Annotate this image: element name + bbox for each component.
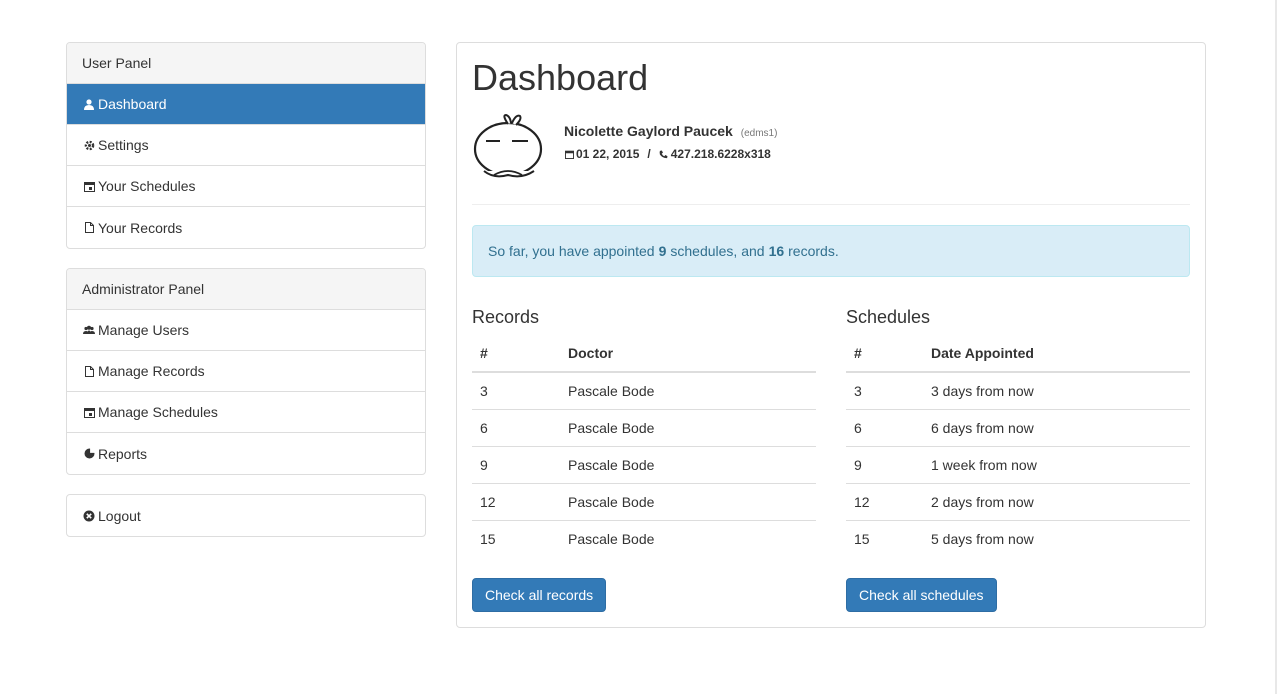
sidebar-item-manage-users[interactable]: Manage Users xyxy=(67,310,425,351)
sidebar-item-label: Your Schedules xyxy=(98,178,196,194)
page-title: Dashboard xyxy=(472,57,649,98)
logout-label: Logout xyxy=(98,507,141,524)
sidebar-item-reports[interactable]: Reports xyxy=(67,433,425,474)
sidebar-item-label: Settings xyxy=(98,137,149,153)
sidebar-item-label: Your Records xyxy=(98,219,183,236)
user-meta: 01 22, 2015 / 427.218.6228x318 xyxy=(564,147,771,161)
record-doctor: Pascale Bode xyxy=(568,382,655,399)
schedules-title: Schedules xyxy=(846,307,931,327)
calendar-icon xyxy=(564,147,574,161)
table-row: 12 2 days from now xyxy=(846,482,1190,520)
record-number: 9 xyxy=(472,445,560,483)
user-full-name: Nicolette Gaylord Paucek xyxy=(564,123,733,139)
administrator-panel-heading: Administrator Panel xyxy=(67,269,425,310)
schedules-count: 9 xyxy=(658,243,667,259)
table-row: 3 3 days from now xyxy=(846,372,1190,409)
user-phone: 427.218.6228x318 xyxy=(670,147,771,161)
schedules-section: Schedules # Date Appointed 3 3 days from… xyxy=(846,305,1190,557)
schedule-date: 2 days from now xyxy=(923,482,1190,520)
summary-middle: schedules, and xyxy=(670,243,765,259)
divider xyxy=(472,204,1190,205)
user-date: 01 22, 2015 xyxy=(576,147,640,161)
sidebar-item-label: Manage Records xyxy=(98,363,205,379)
table-row: 15 Pascale Bode xyxy=(472,519,816,557)
column-header: Date Appointed xyxy=(923,334,1190,373)
user-name: Nicolette Gaylord Paucek (edms1) xyxy=(564,123,777,139)
sidebar-item-dashboard[interactable]: Dashboard xyxy=(67,84,425,125)
administrator-panel: Administrator Panel Manage Users Manage … xyxy=(66,268,426,475)
table-row: 6 6 days from now xyxy=(846,408,1190,446)
column-header: # xyxy=(846,334,923,373)
summary-prefix: So far, you have appointed xyxy=(488,243,655,259)
table-row: 3 Pascale Bode xyxy=(472,372,816,409)
records-table: # Doctor 3 Pascale Bode 6 Pascale Bode 9… xyxy=(472,334,816,557)
record-doctor: Pascale Bode xyxy=(560,482,816,520)
close-circle-icon xyxy=(82,509,96,523)
users-icon xyxy=(82,323,96,337)
schedule-date: 1 week from now xyxy=(923,445,1190,483)
schedule-number: 3 xyxy=(854,382,862,399)
check-all-records-button[interactable]: Check all records xyxy=(472,578,607,612)
calendar-icon xyxy=(82,179,96,193)
records-section: Records # Doctor 3 Pascale Bode 6 Pascal… xyxy=(472,305,816,557)
logout-panel: Logout xyxy=(66,494,426,537)
summary-suffix: records. xyxy=(788,243,839,259)
phone-icon xyxy=(659,147,669,161)
sidebar-item-settings[interactable]: Settings xyxy=(67,125,425,166)
column-header: # xyxy=(472,334,560,373)
table-row: 12 Pascale Bode xyxy=(472,482,816,520)
dashboard-panel: Dashboard Nicolette Gaylord Paucek (edms… xyxy=(456,42,1206,628)
records-title: Records xyxy=(472,307,540,327)
table-header-row: # Date Appointed xyxy=(846,334,1190,373)
column-header: Doctor xyxy=(560,334,816,373)
record-number: 3 xyxy=(480,382,488,399)
records-count: 16 xyxy=(768,243,785,259)
logout-link[interactable]: Logout xyxy=(67,495,425,536)
schedule-number: 15 xyxy=(846,519,923,557)
record-doctor: Pascale Bode xyxy=(560,445,816,483)
table-row: 9 Pascale Bode xyxy=(472,445,816,483)
sidebar-item-your-records[interactable]: Your Records xyxy=(67,207,425,248)
check-all-schedules-button[interactable]: Check all schedules xyxy=(846,578,997,612)
schedules-table: # Date Appointed 3 3 days from now 6 6 d… xyxy=(846,334,1190,557)
avatar xyxy=(472,113,544,185)
user-panel: User Panel Dashboard Settings Your Sched… xyxy=(66,42,426,249)
sidebar-item-manage-records[interactable]: Manage Records xyxy=(67,351,425,392)
schedule-number: 12 xyxy=(846,482,923,520)
table-row: 15 5 days from now xyxy=(846,519,1190,557)
summary-alert: So far, you have appointed 9 schedules, … xyxy=(472,225,1190,277)
sidebar-item-manage-schedules[interactable]: Manage Schedules xyxy=(67,392,425,433)
user-icon xyxy=(82,97,96,111)
gear-icon xyxy=(82,138,96,152)
file-icon xyxy=(82,364,96,378)
schedule-date: 3 days from now xyxy=(931,382,1034,399)
record-doctor: Pascale Bode xyxy=(560,519,816,557)
schedule-date: 5 days from now xyxy=(923,519,1190,557)
sidebar-item-label: Reports xyxy=(98,445,148,462)
table-header-row: # Doctor xyxy=(472,334,816,373)
meta-separator: / xyxy=(647,147,651,161)
record-number: 12 xyxy=(472,482,560,520)
sidebar-item-label: Manage Users xyxy=(98,322,190,338)
file-icon xyxy=(82,221,96,235)
sidebar-item-label: Manage Schedules xyxy=(98,404,218,420)
schedule-number: 9 xyxy=(846,445,923,483)
sidebar-item-your-schedules[interactable]: Your Schedules xyxy=(67,166,425,207)
calendar-icon xyxy=(82,405,96,419)
user-username: (edms1) xyxy=(740,128,778,139)
record-number: 6 xyxy=(472,408,560,446)
user-panel-heading: User Panel xyxy=(67,43,425,84)
pie-chart-icon xyxy=(82,447,96,461)
record-number: 15 xyxy=(472,519,560,557)
schedule-date: 6 days from now xyxy=(923,408,1190,446)
table-row: 6 Pascale Bode xyxy=(472,408,816,446)
schedule-number: 6 xyxy=(846,408,923,446)
record-doctor: Pascale Bode xyxy=(560,408,816,446)
table-row: 9 1 week from now xyxy=(846,445,1190,483)
sidebar-item-label: Dashboard xyxy=(98,96,167,112)
